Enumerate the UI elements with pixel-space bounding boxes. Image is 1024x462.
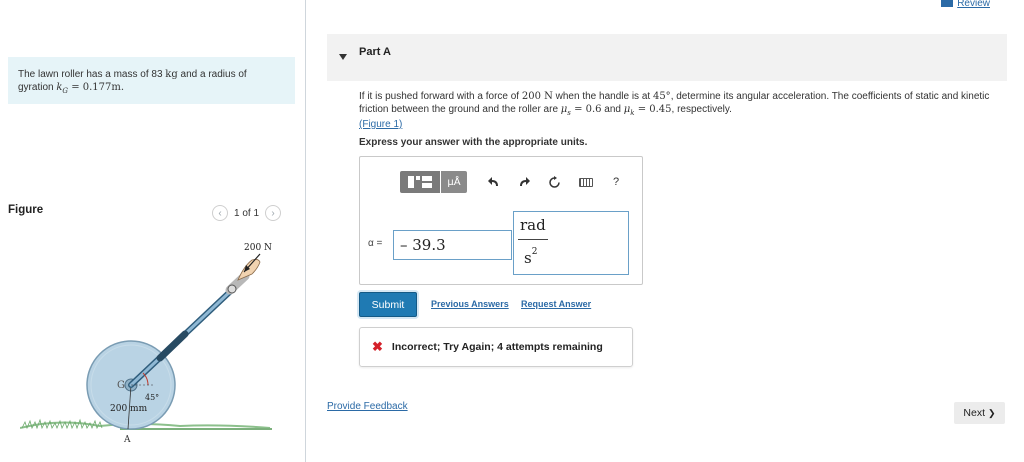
g-label: G bbox=[117, 380, 125, 391]
figure-link[interactable]: (Figure 1) bbox=[359, 119, 402, 130]
angle-label: 45° bbox=[145, 393, 159, 402]
feedback-text: Incorrect; Try Again; 4 attempts remaini… bbox=[391, 341, 603, 353]
review-label: Review bbox=[957, 0, 990, 9]
math-toolbar: μÅ ? bbox=[400, 171, 627, 193]
unit-denominator: s2 bbox=[524, 247, 538, 267]
figure-image[interactable]: 200 N G 45° 200 mm A bbox=[19, 232, 290, 454]
problem-text-1: The lawn roller has a mass of 83 bbox=[18, 69, 166, 80]
next-label: Next bbox=[963, 407, 986, 419]
help-icon[interactable]: ? bbox=[605, 171, 627, 193]
lawn-roller-diagram: 200 N G 45° 200 mm A bbox=[19, 243, 272, 445]
angle-value: 45° bbox=[652, 91, 671, 102]
alpha-label: α = bbox=[368, 238, 383, 249]
submit-button[interactable]: Submit bbox=[359, 292, 417, 317]
part-a-header[interactable]: Part A bbox=[327, 34, 1007, 81]
answer-unit-input[interactable]: rad s2 bbox=[513, 211, 629, 275]
review-icon bbox=[941, 0, 954, 7]
chevron-left-icon[interactable]: ‹ bbox=[212, 205, 228, 221]
contact-point-label: A bbox=[123, 435, 131, 445]
reset-icon[interactable] bbox=[543, 171, 565, 193]
mass-unit: kg bbox=[165, 69, 178, 80]
unit-exponent: 2 bbox=[531, 247, 538, 257]
feedback-message: ✖ Incorrect; Try Again; 4 attempts remai… bbox=[359, 327, 633, 367]
question-part: and bbox=[601, 103, 624, 115]
k-value: = 0.177m. bbox=[68, 82, 125, 93]
unit-numerator: rad bbox=[520, 216, 546, 234]
force-value: 200 N bbox=[521, 91, 553, 102]
problem-statement: The lawn roller has a mass of 83 kg and … bbox=[8, 57, 295, 104]
figure-counter: 1 of 1 bbox=[234, 207, 260, 219]
undo-icon[interactable] bbox=[483, 171, 505, 193]
right-pane: Review Part A If it is pushed forward wi… bbox=[306, 0, 1024, 462]
figure-navigation: ‹ 1 of 1 › bbox=[212, 205, 282, 221]
force-label: 200 N bbox=[244, 243, 272, 253]
review-link[interactable]: Review bbox=[941, 0, 990, 9]
question-part: , respectively. bbox=[671, 103, 732, 115]
answer-box: μÅ ? α = – 39.3 rad s2 bbox=[359, 156, 643, 285]
mu-s-value: = 0.6 bbox=[570, 103, 602, 115]
templates-icon[interactable] bbox=[400, 171, 440, 193]
part-title: Part A bbox=[359, 45, 391, 58]
units-button[interactable]: μÅ bbox=[441, 171, 467, 193]
unit-denominator-base: s bbox=[524, 249, 532, 267]
toolbar-group: μÅ bbox=[400, 171, 467, 193]
question-part: If it is pushed forward with a force of bbox=[359, 91, 522, 102]
question-text: If it is pushed forward with a force of … bbox=[359, 91, 999, 132]
answer-value-input[interactable]: – 39.3 bbox=[393, 230, 512, 260]
collapse-triangle-icon bbox=[339, 53, 347, 60]
next-button[interactable]: Next ❯ bbox=[954, 402, 1005, 424]
x-icon: ✖ bbox=[372, 339, 383, 354]
question-part: when the handle is at bbox=[552, 91, 653, 102]
redo-icon[interactable] bbox=[513, 171, 535, 193]
previous-answers-link[interactable]: Previous Answers bbox=[431, 299, 509, 309]
provide-feedback-link[interactable]: Provide Feedback bbox=[327, 401, 408, 412]
left-pane: The lawn roller has a mass of 83 kg and … bbox=[0, 0, 306, 462]
chevron-right-icon: ❯ bbox=[988, 407, 996, 418]
figure-header: Figure bbox=[8, 204, 44, 216]
radius-label: 200 mm bbox=[110, 404, 148, 414]
fraction-line bbox=[518, 239, 548, 240]
chevron-right-icon[interactable]: › bbox=[265, 205, 282, 221]
keyboard-icon[interactable] bbox=[575, 171, 597, 193]
instruction-text: Express your answer with the appropriate… bbox=[359, 137, 588, 148]
mu-k-value: = 0.45 bbox=[634, 103, 672, 115]
request-answer-link[interactable]: Request Answer bbox=[521, 299, 591, 309]
